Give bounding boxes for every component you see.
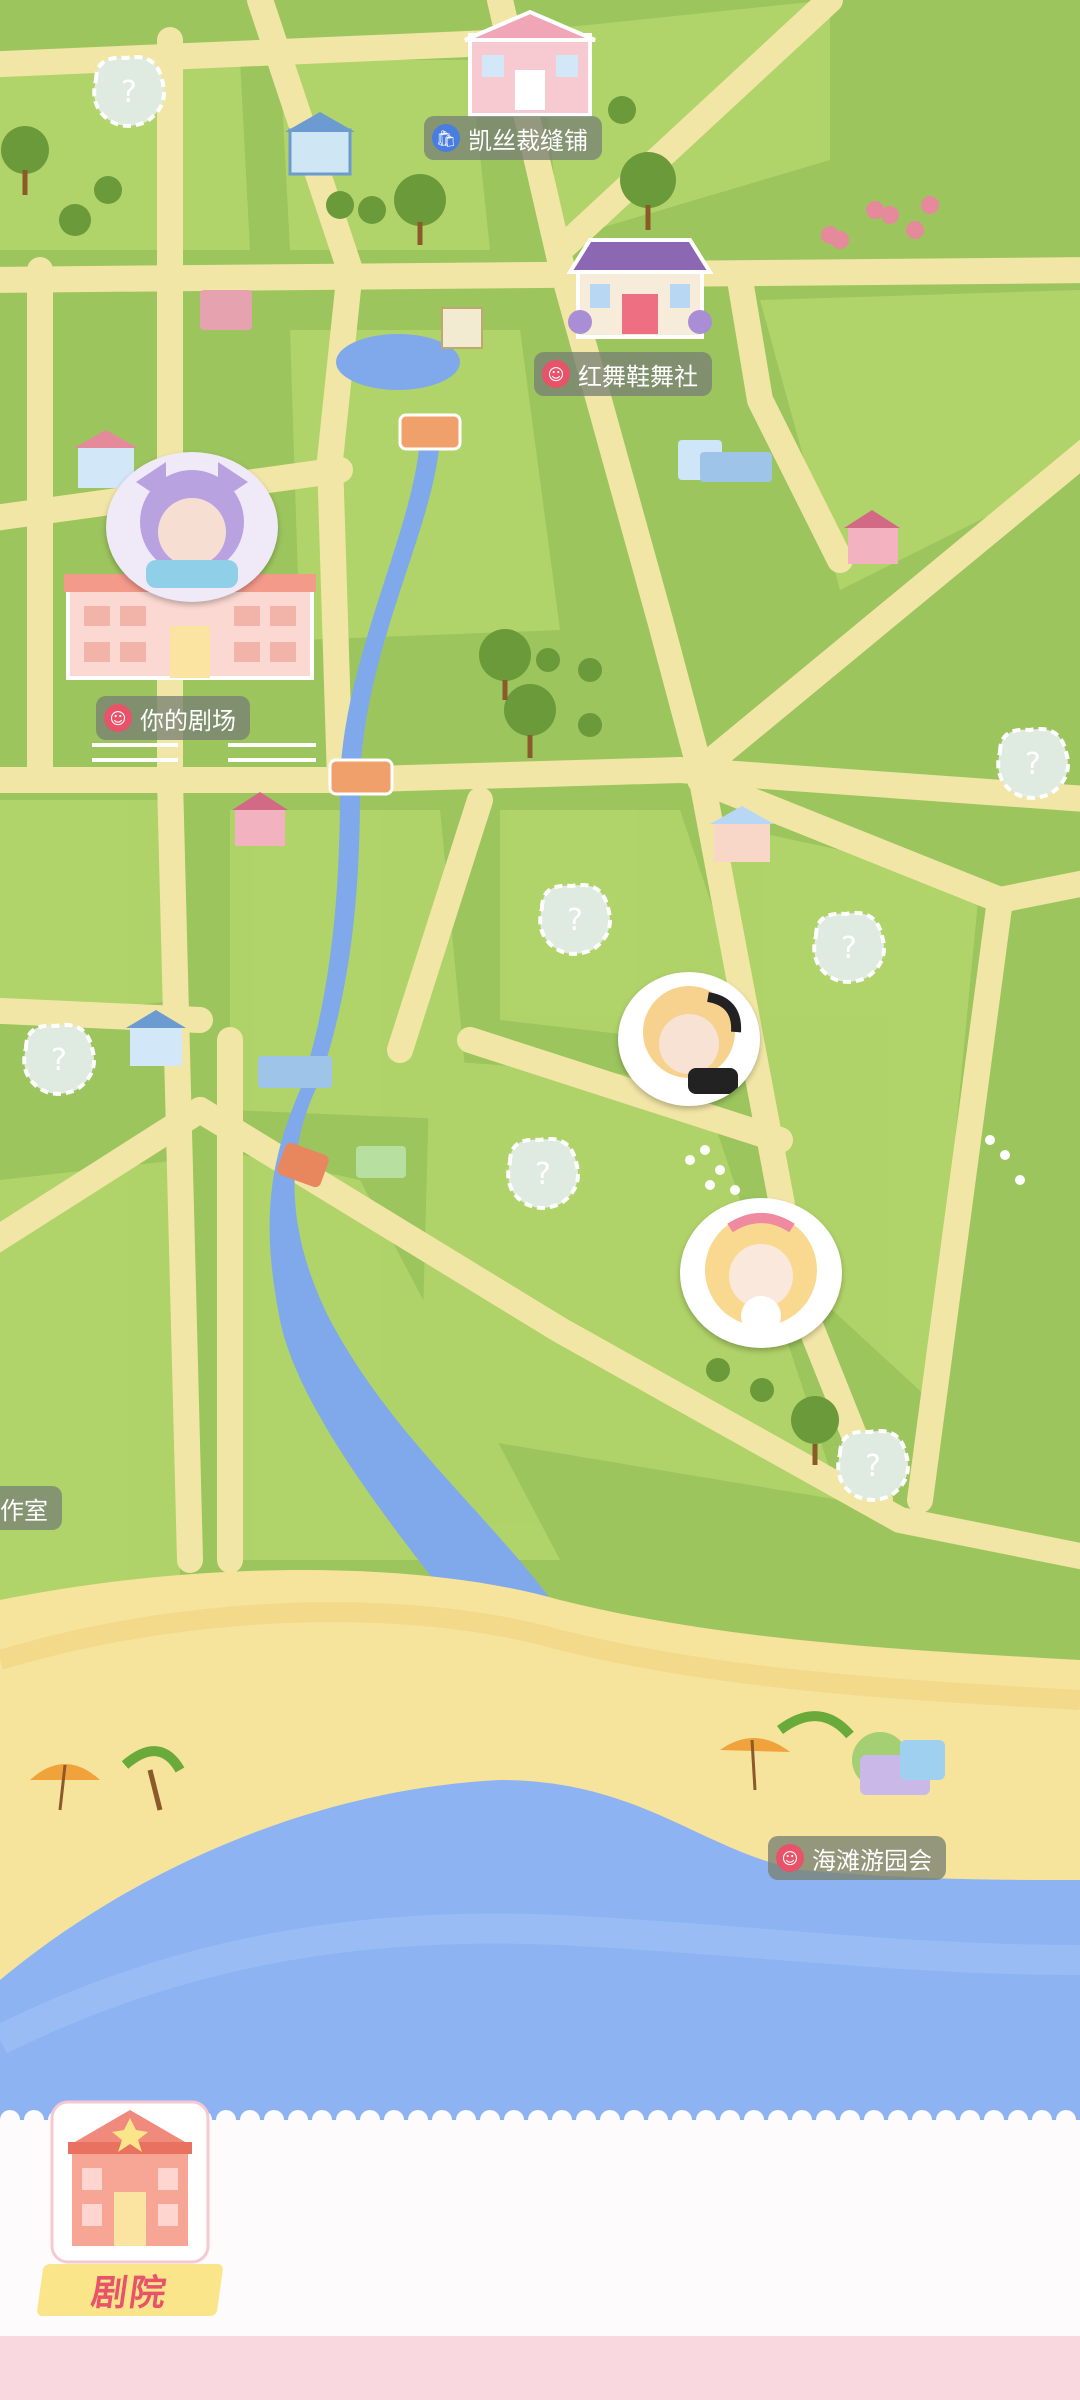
- character-pink-bow-girl-sticker[interactable]: [680, 1198, 842, 1348]
- svg-text:?: ?: [535, 1157, 551, 1192]
- location-label-text: 红舞鞋舞社: [578, 362, 698, 391]
- question-mark-icon: ?: [92, 55, 166, 128]
- mystery-location-marker[interactable]: ?: [806, 906, 892, 988]
- svg-text:?: ?: [1025, 747, 1041, 782]
- theater-building-icon: [50, 2100, 210, 2264]
- question-mark-icon: ?: [506, 1137, 580, 1210]
- question-mark-icon: ?: [996, 727, 1070, 800]
- shop-bag-icon: 🛍: [432, 124, 460, 152]
- location-label-beach-fair[interactable]: ☺ 海滩游园会: [768, 1836, 946, 1880]
- location-label-tailor[interactable]: 🛍 凯丝裁缝铺: [424, 116, 602, 160]
- question-mark-icon: ?: [22, 1023, 96, 1096]
- location-label-text: 你的剧场: [140, 706, 236, 735]
- mystery-location-marker[interactable]: ?: [532, 878, 618, 960]
- svg-text:?: ?: [51, 1043, 67, 1078]
- question-mark-icon: ?: [836, 1429, 910, 1502]
- location-label-your-theater[interactable]: ☺ 你的剧场: [96, 696, 250, 740]
- location-label-text: 作室: [0, 1496, 48, 1525]
- svg-text:?: ?: [567, 903, 583, 938]
- question-mark-icon: ?: [812, 911, 886, 984]
- location-label-studio[interactable]: 作室: [0, 1486, 62, 1530]
- character-blonde-boy-sticker[interactable]: [618, 972, 760, 1106]
- mystery-location-marker[interactable]: ?: [830, 1424, 916, 1506]
- theater-mask-icon: ☺: [776, 1844, 804, 1872]
- svg-text:?: ?: [121, 75, 137, 110]
- question-mark-icon: ?: [538, 883, 612, 956]
- location-label-text: 凯丝裁缝铺: [468, 126, 588, 155]
- bottom-decorative-strip: [0, 2336, 1080, 2400]
- theater-nav-button[interactable]: 剧院: [36, 2088, 224, 2324]
- mystery-location-marker[interactable]: ?: [500, 1132, 586, 1214]
- svg-text:?: ?: [865, 1449, 881, 1484]
- theater-mask-icon: ☺: [542, 360, 570, 388]
- mystery-location-marker[interactable]: ?: [990, 722, 1076, 804]
- mystery-location-marker[interactable]: ?: [86, 50, 172, 132]
- character-purple-cat-sticker[interactable]: [106, 452, 278, 602]
- mystery-location-marker[interactable]: ?: [16, 1018, 102, 1100]
- tailor-shop-building[interactable]: [460, 0, 600, 125]
- theater-nav-label: 剧院: [36, 2264, 224, 2316]
- svg-text:?: ?: [841, 931, 857, 966]
- theater-mask-icon: ☺: [104, 704, 132, 732]
- location-label-text: 海滩游园会: [812, 1846, 932, 1875]
- dance-club-building[interactable]: [560, 222, 720, 347]
- location-label-dance-club[interactable]: ☺ 红舞鞋舞社: [534, 352, 712, 396]
